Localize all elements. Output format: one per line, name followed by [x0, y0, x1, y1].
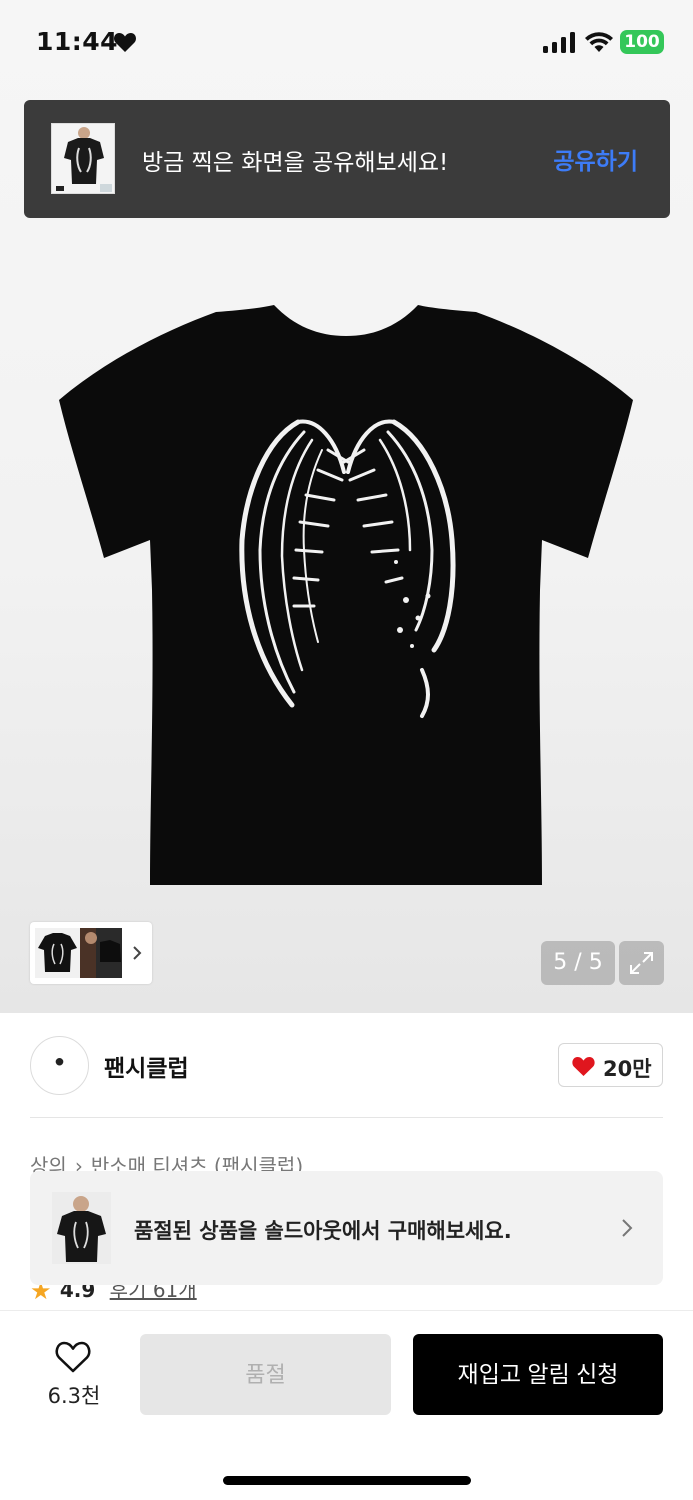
- product-image[interactable]: [56, 300, 636, 890]
- share-banner-message: 방금 찍은 화면을 공유해보세요!: [142, 150, 449, 176]
- divider: [0, 1310, 693, 1311]
- product-gallery[interactable]: 11:44 100 방금 찍은 화면을 공유해보세요! 공유하기 5 / 5: [0, 0, 693, 1013]
- brand-logo[interactable]: ꔷ: [30, 1036, 89, 1095]
- divider: [30, 1117, 663, 1118]
- battery-indicator: 100: [620, 30, 664, 54]
- status-time: 11:44: [36, 27, 119, 56]
- home-indicator[interactable]: [223, 1476, 471, 1485]
- wifi-icon: [585, 32, 613, 52]
- expand-icon: [630, 952, 653, 974]
- brand-logo-mark: ꔷ: [54, 1051, 65, 1076]
- soldout-promo-toast[interactable]: 품절된 상품을 솔드아웃에서 구매해보세요.: [30, 1171, 663, 1285]
- chevron-right-icon: [622, 1219, 633, 1237]
- brand-like-button[interactable]: 20만: [558, 1043, 663, 1087]
- brand-like-count: 20만: [603, 1057, 652, 1081]
- image-counter: 5 / 5: [541, 941, 615, 985]
- heart-outline-icon: [55, 1341, 91, 1373]
- cellular-signal-icon: [543, 32, 575, 53]
- thumbnail-image[interactable]: [35, 928, 80, 978]
- brand-name[interactable]: 팬시클럽: [104, 1049, 189, 1083]
- screenshot-thumbnail: [51, 123, 115, 194]
- restock-alert-button[interactable]: 재입고 알림 신청: [413, 1334, 663, 1415]
- toast-message: 품절된 상품을 솔드아웃에서 구매해보세요.: [134, 1219, 512, 1243]
- share-button[interactable]: 공유하기: [553, 142, 638, 176]
- status-bar: 11:44 100: [0, 0, 693, 86]
- image-thumbnail-strip[interactable]: [30, 922, 152, 984]
- wishlist-count: 6.3천: [47, 1384, 101, 1408]
- wishlist-button[interactable]: 6.3천: [30, 1336, 118, 1416]
- heart-icon: [114, 33, 136, 52]
- soldout-button: 품절: [140, 1334, 391, 1415]
- share-screenshot-banner[interactable]: 방금 찍은 화면을 공유해보세요! 공유하기: [24, 100, 670, 218]
- expand-button[interactable]: [619, 941, 664, 985]
- chevron-right-icon[interactable]: [130, 942, 144, 964]
- toast-product-thumbnail: [52, 1192, 111, 1264]
- heart-icon: [572, 1057, 595, 1076]
- thumbnail-image[interactable]: [80, 928, 122, 978]
